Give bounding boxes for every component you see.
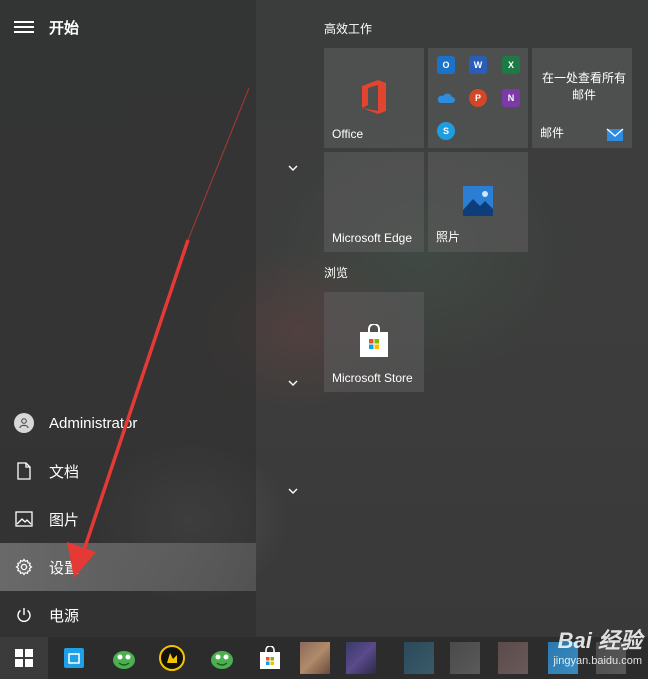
- mail-tile-label: 邮件: [540, 126, 565, 140]
- taskbar-thumbnail[interactable]: [450, 642, 480, 674]
- group-title-browse[interactable]: 浏览: [324, 264, 348, 281]
- chevron-down-icon[interactable]: [285, 375, 301, 391]
- picture-icon: [0, 495, 48, 543]
- mail-tile[interactable]: 在一处查看所有邮件 邮件: [532, 48, 632, 148]
- documents-item[interactable]: 文档: [0, 447, 256, 495]
- store-bag-icon: [260, 646, 280, 669]
- taskbar-app-3[interactable]: [148, 637, 196, 679]
- settings-item[interactable]: 设置: [0, 543, 256, 591]
- start-left-rail: 开始 Administrator 文档 图片 设置 电源: [0, 0, 256, 637]
- mail-tile-message: 在一处查看所有邮件: [541, 71, 626, 102]
- taskbar-app-4[interactable]: [198, 637, 246, 679]
- power-item[interactable]: 电源: [0, 591, 256, 639]
- green-mascot-icon: [113, 651, 135, 669]
- office-apps-tile[interactable]: O W X P N S: [428, 48, 528, 148]
- office-tile[interactable]: Office: [324, 48, 424, 148]
- onedrive-icon[interactable]: [437, 89, 455, 107]
- office-tile-label: Office: [332, 127, 364, 141]
- power-icon: [0, 591, 48, 639]
- watermark-url: jingyan.baidu.com: [553, 655, 642, 667]
- word-icon[interactable]: W: [469, 56, 487, 74]
- settings-label: 设置: [49, 559, 80, 577]
- user-avatar-icon: [0, 399, 48, 447]
- yellow-circle-app-icon: [159, 645, 185, 671]
- store-bag-icon: [360, 324, 388, 357]
- mail-envelope-icon: [606, 128, 624, 141]
- document-icon: [0, 447, 48, 495]
- taskbar-thumbnail[interactable]: [300, 642, 330, 674]
- photos-tile[interactable]: 照片: [428, 152, 528, 252]
- start-menu-title: 开始: [49, 20, 80, 37]
- taskbar-thumbnail[interactable]: [404, 642, 434, 674]
- group-title-productivity[interactable]: 高效工作: [324, 20, 372, 37]
- chevron-down-icon[interactable]: [285, 160, 301, 176]
- chevron-down-icon[interactable]: [285, 483, 301, 499]
- powerpoint-icon[interactable]: P: [469, 89, 487, 107]
- store-tile[interactable]: Microsoft Store: [324, 292, 424, 392]
- pictures-label: 图片: [49, 511, 80, 529]
- edge-tile-label: Microsoft Edge: [332, 231, 413, 245]
- documents-label: 文档: [49, 463, 80, 481]
- hamburger-menu-icon[interactable]: [14, 18, 34, 36]
- power-label: 电源: [49, 607, 80, 625]
- watermark-brand: Bai 经验: [557, 628, 642, 653]
- taskbar-store[interactable]: [246, 637, 294, 679]
- photos-icon: [463, 186, 493, 216]
- user-account-item[interactable]: Administrator: [0, 399, 256, 447]
- taskbar-thumbnail[interactable]: [346, 642, 376, 674]
- pictures-item[interactable]: 图片: [0, 495, 256, 543]
- gear-icon: [0, 543, 48, 591]
- start-menu: 开始 Administrator 文档 图片 设置 电源 高效工作 浏览 Off…: [0, 0, 648, 637]
- onenote-icon[interactable]: N: [502, 89, 520, 107]
- edge-tile[interactable]: Microsoft Edge: [324, 152, 424, 252]
- taskbar-app-2[interactable]: [100, 637, 148, 679]
- start-button[interactable]: [0, 637, 48, 679]
- app-store-blue-icon: [64, 648, 84, 668]
- store-tile-label: Microsoft Store: [332, 371, 413, 385]
- outlook-icon[interactable]: O: [437, 56, 455, 74]
- taskbar-app-1[interactable]: [50, 637, 98, 679]
- green-mascot-icon: [211, 651, 233, 669]
- photos-tile-label: 照片: [436, 230, 461, 244]
- office-logo-icon: [362, 80, 386, 114]
- excel-icon[interactable]: X: [502, 56, 520, 74]
- skype-icon[interactable]: S: [437, 122, 455, 140]
- user-name: Administrator: [49, 414, 138, 432]
- baidu-watermark: Bai 经验 jingyan.baidu.com: [553, 623, 642, 667]
- windows-logo-icon: [15, 649, 33, 667]
- taskbar: [0, 637, 648, 679]
- taskbar-thumbnail[interactable]: [498, 642, 528, 674]
